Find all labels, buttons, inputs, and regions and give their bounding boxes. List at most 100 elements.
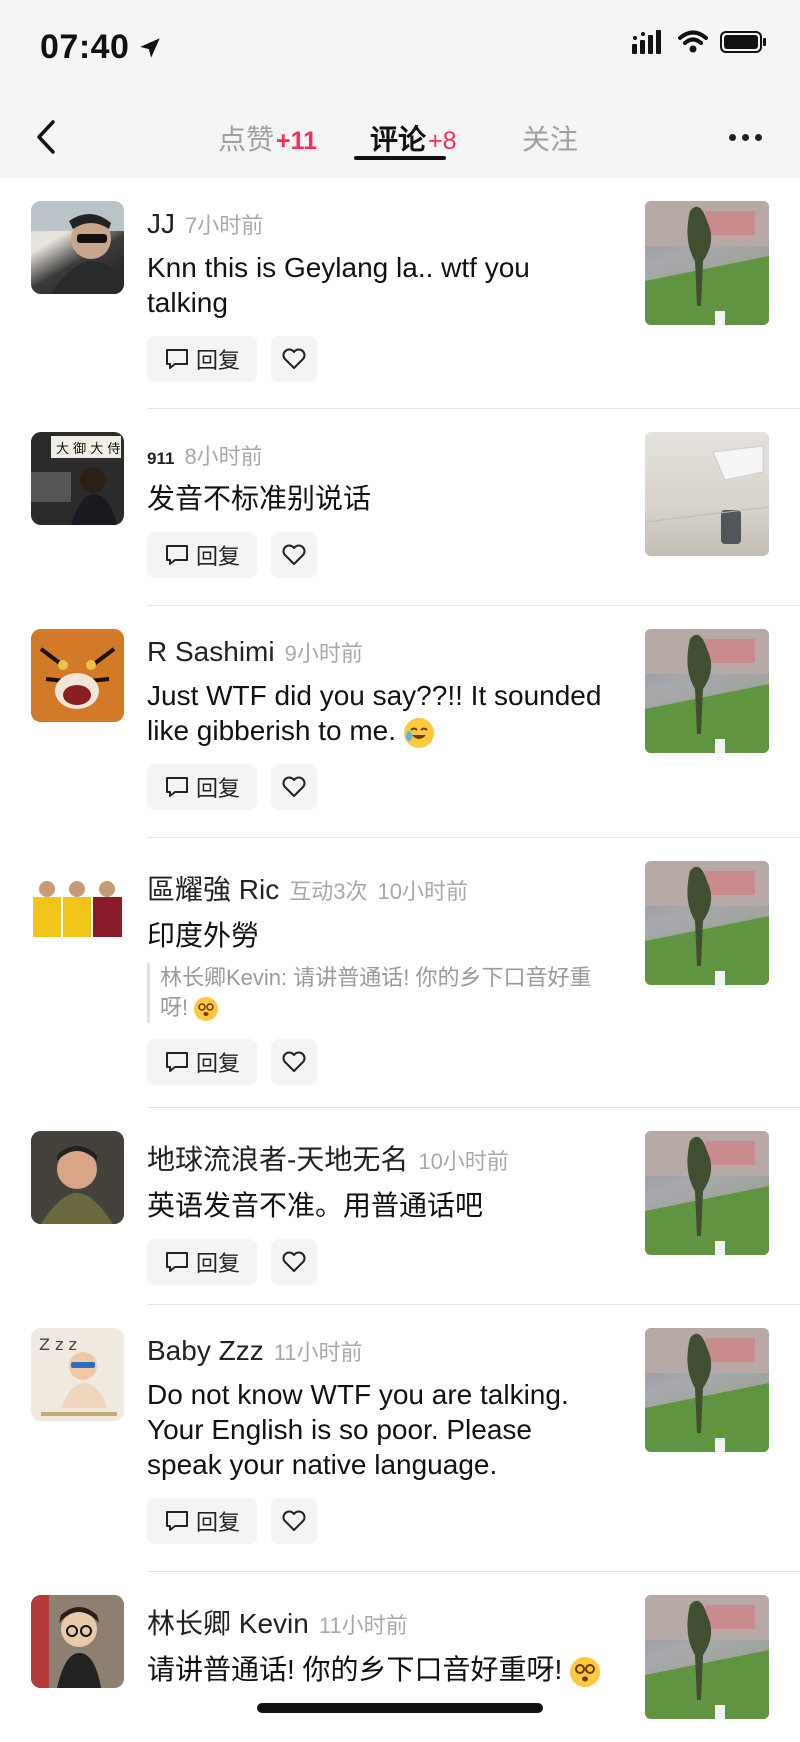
reply-label: 回复: [195, 348, 240, 373]
heart-icon: [282, 1510, 306, 1531]
like-button[interactable]: [271, 1239, 317, 1285]
tab-comments[interactable]: 评论 +8: [370, 118, 457, 158]
comment-item[interactable]: Z z z Baby Zzz 11小时前 Do not know WTF you…: [0, 1305, 800, 1572]
post-thumbnail[interactable]: [645, 201, 769, 325]
comment-time: 7小时前: [185, 213, 264, 238]
avatar[interactable]: [31, 1131, 124, 1224]
quoted-comment: 林长卿Kevin: 请讲普通话! 你的乡下口音好重呀!: [147, 963, 607, 1023]
comment-text: Knn this is Geylang la.. wtf you talking: [147, 252, 530, 318]
tab-comments-label: 评论: [370, 124, 427, 155]
reply-label: 回复: [195, 776, 240, 801]
reply-button[interactable]: 回复: [147, 1498, 257, 1544]
user-line: 林长卿 Kevin 11小时前: [147, 1602, 607, 1642]
comment-actions: 回复: [147, 532, 607, 578]
quoted-comment-text: 林长卿Kevin: 请讲普通话! 你的乡下口音好重呀!: [160, 965, 592, 1020]
heart-icon: [282, 348, 306, 369]
laughing-crying-emoji-icon: [403, 717, 434, 748]
comment-item[interactable]: 林长卿 Kevin 11小时前 请讲普通话! 你的乡下口音好重呀!: [0, 1572, 800, 1742]
back-button[interactable]: [22, 112, 72, 162]
comment-text: 印度外勞: [147, 920, 260, 951]
more-options-button[interactable]: [720, 122, 770, 152]
comment-item[interactable]: 大 御 大 侍 911 8小时前 发音不标准别说话 回复: [0, 409, 800, 606]
avatar[interactable]: [31, 861, 124, 954]
comment-time: 11小时前: [273, 1340, 363, 1365]
post-thumbnail[interactable]: [645, 432, 769, 556]
comment-time: 9小时前: [284, 641, 363, 666]
comment-text-body: 请讲普通话! 你的乡下口音好重呀!: [147, 1654, 563, 1685]
post-thumbnail[interactable]: [645, 1131, 769, 1255]
like-button[interactable]: [271, 1498, 317, 1544]
comment-time: 10小时前: [418, 1149, 509, 1174]
reply-button[interactable]: 回复: [147, 1239, 257, 1285]
more-dot: [741, 133, 749, 141]
tab-follows[interactable]: 关注: [522, 118, 578, 158]
dizzy-face-emoji-icon: [570, 1656, 601, 1687]
avatar[interactable]: [31, 1595, 124, 1688]
status-icons: [632, 30, 768, 54]
wifi-icon: [678, 30, 708, 53]
user-line: JJ 7小时前: [147, 208, 607, 240]
heart-icon: [282, 776, 306, 797]
comment-text-body: Just WTF did you say??!! It sounded like…: [147, 680, 602, 746]
like-button[interactable]: [271, 336, 317, 382]
comment-item[interactable]: R Sashimi 9小时前 Just WTF did you say??!! …: [0, 606, 800, 838]
post-thumbnail[interactable]: [645, 1328, 769, 1452]
comment-bubble-icon: [165, 545, 188, 565]
comment-actions: 回复: [147, 1498, 607, 1544]
reply-button[interactable]: 回复: [147, 532, 257, 578]
comment-item[interactable]: 區耀強 Ric 互动3次 10小时前 印度外勞 林长卿Kevin: 请讲普通话!…: [0, 838, 800, 1108]
username[interactable]: 區耀強 Ric: [147, 868, 279, 908]
nav-bar: 点赞 +11 评论 +8 关注: [0, 100, 800, 178]
like-button[interactable]: [271, 1039, 317, 1085]
chevron-left-icon: [37, 120, 55, 154]
home-indicator[interactable]: [257, 1703, 543, 1713]
reply-label: 回复: [195, 544, 240, 569]
username[interactable]: 林长卿 Kevin: [147, 1602, 309, 1642]
comment-time: 11小时前: [318, 1613, 408, 1638]
comment-actions: 回复: [147, 336, 607, 382]
comment-text: 发音不标准别说话: [147, 483, 372, 514]
heart-icon: [282, 1251, 306, 1272]
user-line: 區耀強 Ric 互动3次 10小时前: [147, 868, 607, 908]
comment-actions: 回复: [147, 1039, 607, 1085]
tab-likes[interactable]: 点赞 +11: [218, 118, 317, 158]
avatar[interactable]: Z z z: [31, 1328, 124, 1421]
tab-follows-label: 关注: [522, 124, 579, 155]
username[interactable]: JJ: [147, 208, 175, 240]
username[interactable]: Baby Zzz: [147, 1335, 264, 1367]
user-line: 地球流浪者-天地无名 10小时前: [147, 1138, 607, 1178]
like-button[interactable]: [271, 764, 317, 810]
reply-button[interactable]: 回复: [147, 1039, 257, 1085]
comment-bubble-icon: [165, 1511, 188, 1531]
avatar[interactable]: [31, 629, 124, 722]
avatar[interactable]: 大 御 大 侍: [31, 432, 124, 525]
like-button[interactable]: [271, 532, 317, 578]
comment-content: Baby Zzz 11小时前 Do not know WTF you are t…: [147, 1335, 607, 1544]
comment-actions: 回复: [147, 1239, 607, 1285]
clock-time: 07:40: [40, 28, 130, 66]
post-thumbnail[interactable]: [645, 1595, 769, 1719]
comment-item[interactable]: 地球流浪者-天地无名 10小时前 英语发音不准。用普通话吧 回复: [0, 1108, 800, 1305]
heart-icon: [282, 1051, 306, 1072]
svg-text:大 御 大 侍: 大 御 大 侍: [56, 442, 120, 457]
reply-label: 回复: [195, 1051, 240, 1076]
heart-icon: [282, 544, 306, 565]
comment-text: 请讲普通话! 你的乡下口音好重呀!: [147, 1652, 607, 1687]
comment-text: Just WTF did you say??!! It sounded like…: [147, 678, 607, 748]
reply-button[interactable]: 回复: [147, 764, 257, 810]
username[interactable]: 911: [147, 449, 174, 469]
reply-button[interactable]: 回复: [147, 336, 257, 382]
avatar[interactable]: [31, 201, 124, 294]
username[interactable]: R Sashimi: [147, 636, 275, 668]
username[interactable]: 地球流浪者-天地无名: [147, 1138, 408, 1178]
post-thumbnail[interactable]: [645, 629, 769, 753]
user-line: 911 8小时前: [147, 439, 607, 471]
user-line: Baby Zzz 11小时前: [147, 1335, 607, 1367]
active-tab-indicator: [354, 156, 446, 160]
comment-text: 英语发音不准。用普通话吧: [147, 1190, 484, 1221]
location-arrow-icon: [140, 37, 161, 58]
post-thumbnail[interactable]: [645, 861, 769, 985]
comment-item[interactable]: JJ 7小时前 Knn this is Geylang la.. wtf you…: [0, 178, 800, 409]
svg-text:Z z z: Z z z: [39, 1335, 77, 1354]
comment-bubble-icon: [165, 1052, 188, 1072]
